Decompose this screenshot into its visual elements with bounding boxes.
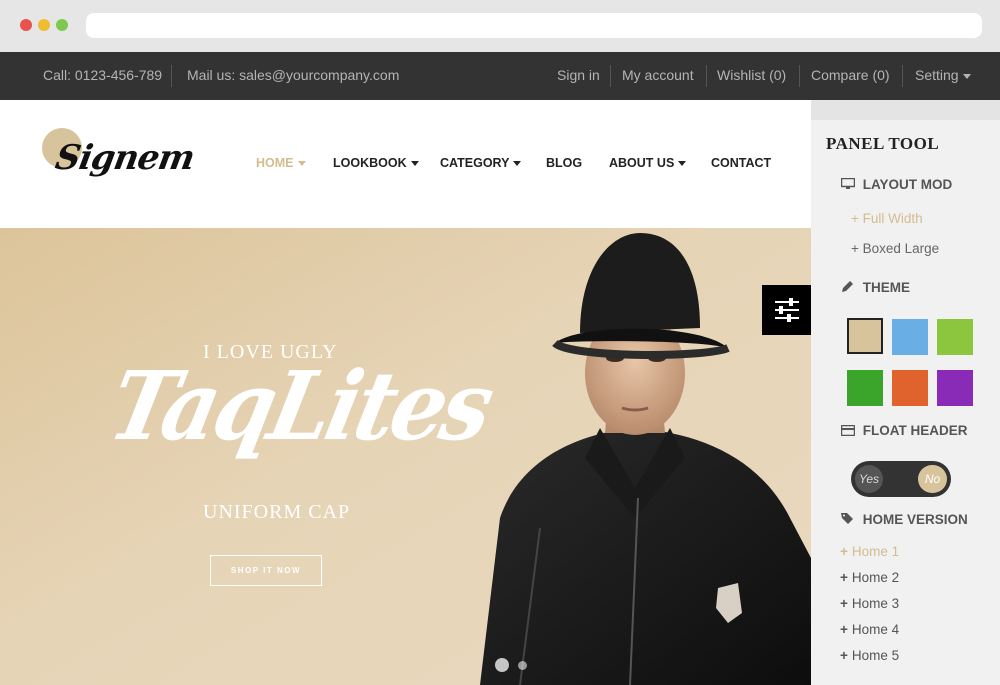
theme-swatch-blue[interactable] [892,319,928,355]
theme-swatch-purple[interactable] [937,370,973,406]
chevron-down-icon [297,161,306,167]
monitor-icon [840,177,859,193]
setting-label: Setting [915,67,959,83]
hero-banner: I LOVE UGLY TaqLites UNIFORM CAP SHOP IT… [0,228,811,685]
theme-swatch-green[interactable] [847,370,883,406]
float-header-toggle[interactable]: Yes No [851,461,951,497]
panel-toggle-button[interactable] [762,285,811,335]
toggle-no[interactable]: No [918,465,947,493]
theme-swatch-orange[interactable] [892,370,928,406]
theme-swatch-beige[interactable] [847,318,883,354]
home-version-heading: HOME VERSION [841,512,968,528]
toggle-yes[interactable]: Yes [855,465,883,493]
nav-contact[interactable]: CONTACT [711,156,771,170]
model-photo [480,233,811,685]
home-1-option[interactable]: + Home 1 [840,544,899,559]
nav-category-label: CATEGORY [440,156,510,170]
nav-about-us[interactable]: ABOUT US [609,156,687,170]
my-account-link[interactable]: My account [622,67,694,83]
home-5-option[interactable]: + Home 5 [840,648,899,663]
home-version-label: HOME VERSION [862,512,968,527]
pencil-icon [841,280,859,296]
compare-link[interactable]: Compare (0) [811,67,890,83]
theme-label: THEME [862,280,911,295]
layout-boxed-large-option[interactable]: + Boxed Large [851,241,939,256]
theme-heading: THEME [841,280,910,296]
logo[interactable]: Signem [42,128,197,200]
minimize-window-dot[interactable] [38,19,50,31]
shop-it-now-button[interactable]: SHOP IT NOW [210,555,322,586]
nav-blog[interactable]: BLOG [546,156,582,170]
plus-icon: + [840,648,848,663]
logo-text: Signem [52,138,198,178]
panel-title: PANEL TOOL [826,134,940,153]
nav-contact-label: CONTACT [711,156,772,170]
sliders-icon [775,298,799,322]
home-4-label: Home 4 [851,622,900,637]
slide-dot-1[interactable] [495,658,509,672]
divider [171,65,172,87]
layout-mod-heading: LAYOUT MOD [840,177,953,193]
divider [902,65,903,87]
nav-lookbook-label: LOOKBOOK [333,156,407,170]
nav-about-us-label: ABOUT US [609,156,675,170]
nav-category[interactable]: CATEGORY [440,156,522,170]
email-text: Mail us: sales@yourcompany.com [187,67,400,83]
nav-blog-label: BLOG [546,156,583,170]
home-3-label: Home 3 [851,596,900,611]
chevron-down-icon [962,73,971,79]
setting-dropdown[interactable]: Setting [915,67,971,83]
theme-swatch-lime[interactable] [937,319,973,355]
chevron-down-icon [513,161,522,167]
site-header: Signem HOME LOOKBOOK CATEGORY BLOG ABOUT… [0,100,811,228]
plus-icon: + [840,622,848,637]
nav-home-label: HOME [256,156,294,170]
close-window-dot[interactable] [20,19,32,31]
divider [799,65,800,87]
plus-icon: + [840,570,848,585]
tags-icon [841,512,859,528]
float-header-heading: FLOAT HEADER [840,423,968,439]
chevron-down-icon [678,161,687,167]
plus-icon: + [840,544,848,559]
float-header-label: FLOAT HEADER [862,423,968,438]
chevron-down-icon [410,161,419,167]
home-2-option[interactable]: + Home 2 [840,570,899,585]
panel-tool: PANEL TOOL LAYOUT MOD + Full Width + Box… [811,120,1000,685]
home-2-label: Home 2 [851,570,900,585]
browser-chrome [0,0,1000,52]
divider [706,65,707,87]
home-3-option[interactable]: + Home 3 [840,596,899,611]
phone-text: Call: 0123-456-789 [43,67,163,83]
address-bar[interactable] [86,13,982,38]
layout-mod-label: LAYOUT MOD [862,177,953,192]
nav-lookbook[interactable]: LOOKBOOK [333,156,419,170]
home-1-label: Home 1 [851,544,900,559]
hero-headline: TaqLites [100,350,500,463]
home-4-option[interactable]: + Home 4 [840,622,899,637]
hero-caption: UNIFORM CAP [203,501,351,523]
nav-home[interactable]: HOME [256,156,306,170]
top-bar: Call: 0123-456-789 Mail us: sales@yourco… [0,52,1000,100]
sign-in-link[interactable]: Sign in [557,67,600,83]
maximize-window-dot[interactable] [56,19,68,31]
divider [610,65,611,87]
card-icon [840,424,859,439]
home-5-label: Home 5 [851,648,900,663]
layout-full-width-option[interactable]: + Full Width [851,211,923,226]
slide-dot-2[interactable] [518,661,527,670]
plus-icon: + [840,596,848,611]
wishlist-link[interactable]: Wishlist (0) [717,67,786,83]
